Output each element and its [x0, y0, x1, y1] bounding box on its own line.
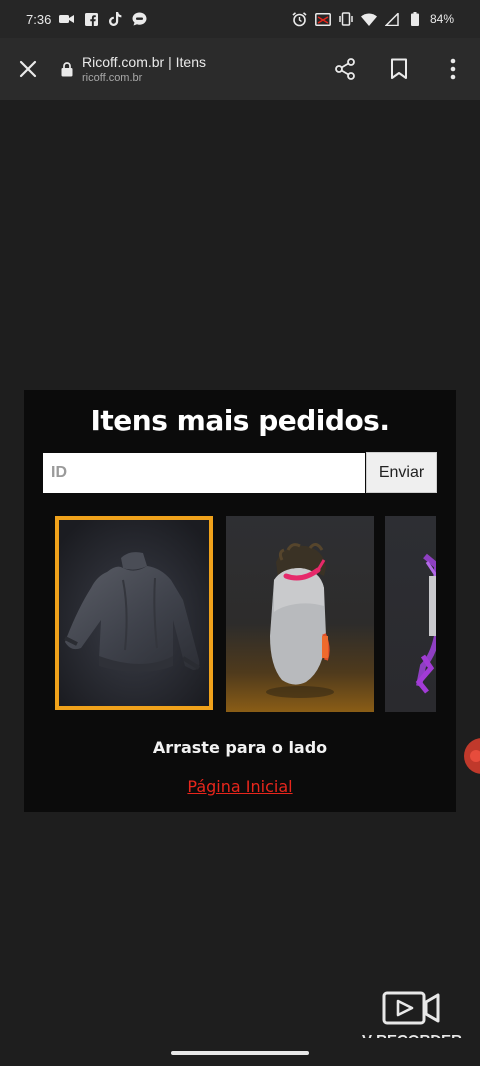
submit-button[interactable]: Enviar [366, 452, 437, 493]
page-content: Itens mais pedidos. Enviar [0, 100, 480, 1038]
id-input[interactable] [43, 453, 365, 493]
status-bar: 7:36 84% [0, 0, 480, 38]
browser-toolbar: Ricoff.com.br | Itens ricoff.com.br [0, 38, 480, 100]
items-card: Itens mais pedidos. Enviar [24, 390, 456, 812]
close-button[interactable] [0, 38, 56, 100]
item-card-head-mask[interactable] [226, 516, 374, 712]
vibrate-icon [338, 12, 354, 26]
video-recorder-icon [382, 991, 440, 1025]
status-left: 7:36 [26, 12, 147, 27]
message-icon [131, 12, 147, 26]
home-gesture-bar[interactable] [171, 1051, 309, 1055]
video-camera-icon [59, 12, 75, 26]
more-vert-icon [450, 58, 456, 80]
bookmark-icon [391, 58, 407, 79]
page-domain: ricoff.com.br [82, 72, 143, 84]
tiktok-icon [107, 12, 123, 26]
side-button-dot [470, 750, 480, 762]
alarm-icon [292, 11, 308, 26]
items-heading: Itens mais pedidos. [90, 404, 390, 437]
bookmark-button[interactable] [372, 38, 426, 100]
items-carousel[interactable] [55, 516, 436, 712]
more-options-button[interactable] [426, 38, 480, 100]
swipe-hint: Arraste para o lado [152, 738, 328, 757]
wifi-icon [360, 12, 377, 26]
battery-level: 84% [429, 12, 454, 26]
cast-icon [315, 12, 331, 26]
item-card-partial[interactable] [385, 516, 436, 712]
floating-side-button[interactable] [464, 738, 480, 774]
status-time: 7:36 [26, 11, 52, 27]
lock-icon [60, 61, 74, 77]
url-block[interactable]: Ricoff.com.br | Itens ricoff.com.br [60, 53, 206, 85]
home-link[interactable]: Página Inicial [24, 777, 456, 796]
signal-icon [384, 12, 400, 26]
partial-item-image [415, 553, 436, 694]
url-text: Ricoff.com.br | Itens ricoff.com.br [82, 53, 206, 85]
share-icon [335, 58, 355, 80]
sweater-image [59, 520, 209, 706]
close-icon [19, 60, 37, 78]
browser-actions [318, 38, 480, 100]
head-mask-image [266, 543, 334, 698]
page-title: Ricoff.com.br | Itens [82, 54, 206, 70]
item-card-sweater[interactable] [55, 516, 213, 710]
status-right: 84% [292, 11, 454, 26]
navigation-bar [0, 1038, 480, 1066]
facebook-icon [83, 12, 99, 26]
battery-icon [407, 12, 423, 26]
share-button[interactable] [318, 38, 372, 100]
